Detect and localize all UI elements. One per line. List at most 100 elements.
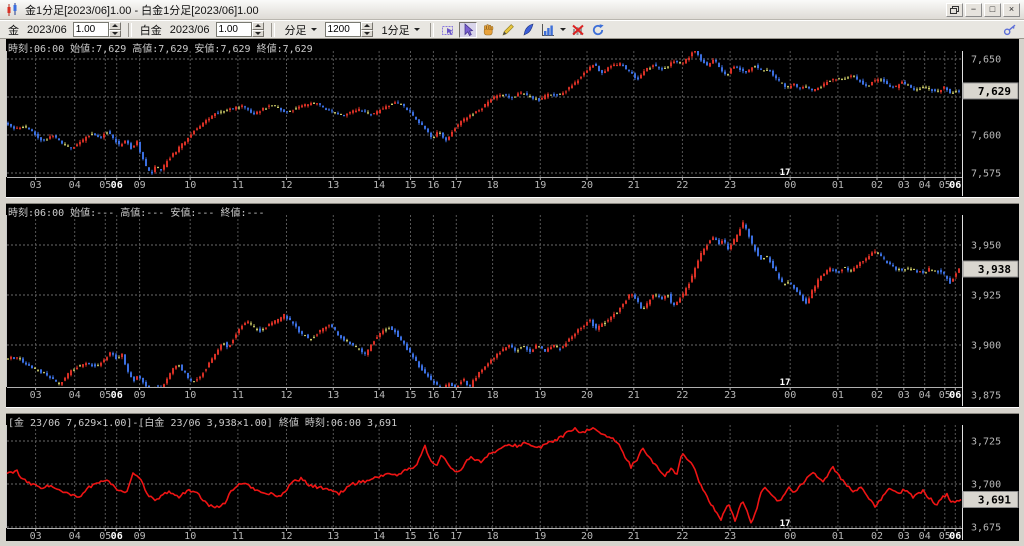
svg-text:12: 12 [280,180,292,191]
pencil-icon [502,23,514,35]
svg-text:22: 22 [676,531,688,541]
delete-chart-icon [571,24,584,35]
settings-key-button[interactable] [1001,22,1019,38]
panel-splitter[interactable] [6,407,1019,414]
gold-contract-label: 2023/06 [27,23,67,36]
panel-splitter[interactable] [6,197,1019,204]
refresh-button[interactable] [589,22,607,38]
bar-count-input[interactable] [324,22,361,37]
chevron-down-icon [413,28,420,31]
svg-text:16: 16 [427,390,439,401]
svg-text:04: 04 [69,390,81,401]
svg-text:23: 23 [724,531,736,541]
svg-text:00: 00 [784,180,796,191]
svg-text:17: 17 [780,168,791,178]
close-button[interactable]: × [1003,2,1020,17]
cursor-tool-button[interactable] [458,21,477,38]
svg-text:18: 18 [487,390,499,401]
bar-count-stepper[interactable] [360,22,373,37]
svg-text:06: 06 [949,390,961,401]
svg-text:03: 03 [898,390,910,401]
range-select-icon [441,25,453,35]
pen-draw-button[interactable] [519,22,537,38]
svg-text:20: 20 [581,390,593,401]
svg-text:03: 03 [898,531,910,541]
svg-text:3,691: 3,691 [978,494,1011,507]
svg-text:7,629: 7,629 [978,85,1011,98]
svg-text:3,925: 3,925 [971,291,1001,302]
svg-text:14: 14 [373,531,385,541]
svg-text:19: 19 [534,531,546,541]
range-select-button[interactable] [439,22,457,38]
svg-text:06: 06 [111,180,123,191]
bar-type-dropdown[interactable]: 分足 [281,21,321,39]
platinum-multiplier-input[interactable] [215,22,252,37]
svg-text:15: 15 [404,390,416,401]
svg-text:00: 00 [784,390,796,401]
svg-text:22: 22 [676,390,688,401]
svg-text:23: 23 [724,180,736,191]
svg-text:18: 18 [487,531,499,541]
toolbar: 金 2023/06 白金 2023/06 分足 1分足 [0,20,1024,39]
svg-text:04: 04 [919,390,931,401]
svg-text:7,600: 7,600 [971,131,1001,142]
svg-text:17: 17 [450,531,462,541]
toolbar-separator [127,22,132,37]
svg-text:00: 00 [784,531,796,541]
svg-text:17: 17 [450,180,462,191]
delete-chart-button[interactable] [569,22,587,38]
chevron-down-icon [310,28,317,31]
platinum-chart-canvas[interactable]: 03 04 05 06 09 10 11 12 13 14 15 16 17 18 19 20 21 22 23 00… [6,204,1019,407]
svg-text:21: 21 [628,531,640,541]
interval-dropdown[interactable]: 1分足 [378,21,424,39]
chevron-down-icon[interactable] [559,28,566,31]
platinum-contract-label: 2023/06 [169,23,210,36]
pen-icon [523,23,534,36]
title-bar[interactable]: 金1分足[2023/06]1.00 - 白金1分足[2023/06]1.00 −… [0,0,1024,20]
svg-text:09: 09 [134,531,146,541]
svg-text:12: 12 [280,531,292,541]
svg-text:16: 16 [427,531,439,541]
svg-text:05: 05 [99,180,111,191]
gold-multiplier-input[interactable] [72,22,109,37]
svg-text:13: 13 [327,531,339,541]
svg-text:20: 20 [581,531,593,541]
svg-text:03: 03 [30,531,42,541]
indicator-chart-button[interactable] [539,22,557,38]
svg-text:3,675: 3,675 [971,523,1001,534]
pencil-draw-button[interactable] [499,22,517,38]
svg-text:7,650: 7,650 [971,55,1001,66]
svg-text:03: 03 [898,180,910,191]
float-window-button[interactable] [946,2,963,17]
svg-text:03: 03 [30,180,42,191]
refresh-icon [592,23,604,35]
svg-text:3,725: 3,725 [971,437,1001,448]
pan-hand-button[interactable] [479,22,497,38]
svg-text:09: 09 [134,180,146,191]
platinum-multiplier-stepper[interactable] [251,22,264,37]
svg-text:15: 15 [404,531,416,541]
gold-chart-canvas[interactable]: 03 04 05 06 09 10 11 12 13 14 15 16 17 18 19 20 21 22 23 00… [6,40,1019,197]
svg-text:17: 17 [450,390,462,401]
gold-symbol-label: 金 [8,24,19,37]
svg-text:04: 04 [919,180,931,191]
toolbar-separator [270,22,275,37]
svg-text:11: 11 [232,531,244,541]
float-icon [950,5,959,14]
svg-text:01: 01 [832,390,844,401]
svg-text:05: 05 [99,390,111,401]
maximize-button[interactable]: □ [984,2,1001,17]
spread-chart-canvas[interactable]: 03 04 05 06 09 10 11 12 13 14 15 16 17 18 19 20 21 22 23 00… [6,414,1019,541]
gold-multiplier-stepper[interactable] [108,22,121,37]
svg-text:02: 02 [871,531,883,541]
svg-text:14: 14 [373,180,385,191]
bar-type-label: 分足 [284,24,307,37]
chart-app-window: 金1分足[2023/06]1.00 - 白金1分足[2023/06]1.00 −… [0,0,1024,546]
minimize-button[interactable]: − [965,2,982,17]
svg-text:04: 04 [69,531,81,541]
svg-text:06: 06 [111,390,123,401]
svg-text:18: 18 [487,180,499,191]
svg-text:10: 10 [184,531,196,541]
svg-text:21: 21 [628,180,640,191]
svg-text:02: 02 [871,390,883,401]
